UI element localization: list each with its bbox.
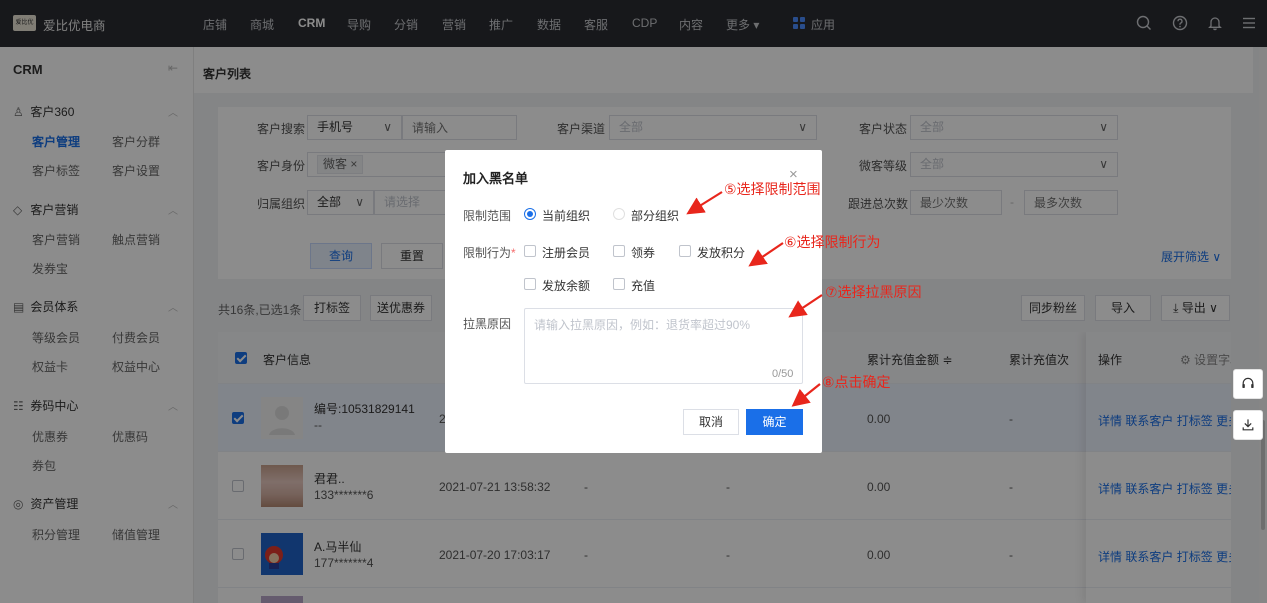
annotation-step7: ⑦选择拉黑原因 xyxy=(825,284,922,300)
behavior-label: 限制行为* xyxy=(463,244,516,261)
option-claim-coupon[interactable]: 领券 xyxy=(631,244,655,261)
annotation-step5: ⑤选择限制范围 xyxy=(724,181,821,197)
reason-textarea[interactable] xyxy=(524,308,803,384)
scope-label: 限制范围 xyxy=(463,209,512,223)
cancel-button[interactable]: 取消 xyxy=(683,409,739,435)
confirm-button[interactable]: 确定 xyxy=(746,409,803,435)
option-register-member[interactable]: 注册会员 xyxy=(542,244,590,261)
scope-radio-current-org[interactable] xyxy=(524,208,536,220)
scope-option-current-org[interactable]: 当前组织 xyxy=(542,207,590,224)
checkbox-issue-points[interactable] xyxy=(679,245,691,257)
headset-icon[interactable] xyxy=(1233,369,1263,399)
required-mark: * xyxy=(511,246,516,260)
dialog-title: 加入黑名单 xyxy=(463,171,529,186)
behavior-label-text: 限制行为 xyxy=(463,246,512,260)
option-issue-points[interactable]: 发放积分 xyxy=(697,244,745,261)
reason-label: 拉黑原因 xyxy=(463,317,512,331)
scope-radio-partial-org[interactable] xyxy=(613,208,625,220)
checkbox-register-member[interactable] xyxy=(524,245,536,257)
checkbox-recharge[interactable] xyxy=(613,278,625,290)
scope-option-partial-org[interactable]: 部分组织 xyxy=(631,207,679,224)
char-counter: 0/50 xyxy=(772,368,794,380)
checkbox-issue-balance[interactable] xyxy=(524,278,536,290)
checkbox-claim-coupon[interactable] xyxy=(613,245,625,257)
download-icon[interactable] xyxy=(1233,410,1263,440)
option-recharge[interactable]: 充值 xyxy=(631,277,655,294)
annotation-step6: ⑥选择限制行为 xyxy=(784,234,881,250)
option-issue-balance[interactable]: 发放余额 xyxy=(542,277,590,294)
annotation-step8: ⑧点击确定 xyxy=(822,374,891,390)
